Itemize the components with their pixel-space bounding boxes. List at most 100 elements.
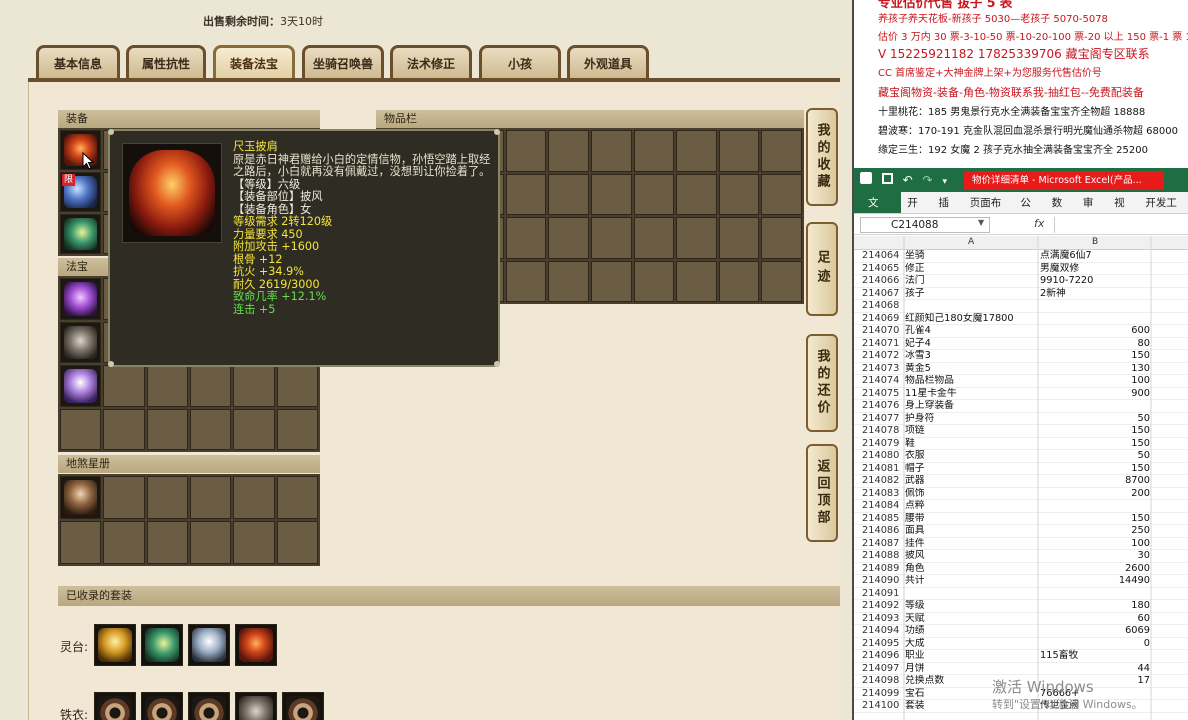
formula-input[interactable] (1054, 217, 1188, 233)
inventory-slot[interactable] (548, 260, 589, 302)
excel-app-icon[interactable] (860, 172, 872, 184)
cell-b[interactable]: 0 (1040, 638, 1150, 651)
row-number[interactable]: 214077 (862, 413, 906, 426)
side-btn-my-offers[interactable]: 我的还价 (806, 334, 838, 432)
row-number[interactable]: 214066 (862, 275, 906, 288)
lingbao-slot[interactable] (189, 476, 232, 519)
row-number[interactable]: 214081 (862, 463, 906, 476)
cell-a[interactable]: 11星卡金牛 (905, 388, 1037, 401)
inventory-slot[interactable] (718, 173, 760, 215)
cell-a[interactable]: 项链 (905, 425, 1037, 438)
sheet-row[interactable]: 214093 天赋 60 (854, 613, 1188, 626)
sheet-row[interactable]: 214076 身上穿装备 (854, 400, 1188, 413)
row-number[interactable]: 214076 (862, 400, 906, 413)
cell-b[interactable]: 150 (1040, 513, 1150, 526)
menu-review[interactable]: 审阅 (1077, 192, 1108, 231)
save-icon[interactable] (881, 173, 893, 184)
inventory-slot[interactable] (761, 130, 802, 172)
menu-developer[interactable]: 开发工具 (1139, 192, 1188, 231)
fabao-slot[interactable] (60, 365, 102, 407)
row-number[interactable]: 214069 (862, 313, 906, 326)
row-number[interactable]: 214094 (862, 625, 906, 638)
sheet-row[interactable]: 214079 鞋 150 (854, 438, 1188, 451)
inventory-slot[interactable] (761, 260, 802, 302)
suit-icon[interactable] (94, 624, 136, 666)
sheet-row[interactable]: 214072 冰雪3 150 (854, 350, 1188, 363)
cell-a[interactable]: 挂件 (905, 538, 1037, 551)
cell-b[interactable]: 9910-7220 (1040, 275, 1150, 288)
row-number[interactable]: 214079 (862, 438, 906, 451)
cell-b[interactable]: 150 (1040, 425, 1150, 438)
sheet-row[interactable]: 214081 帽子 150 (854, 463, 1188, 476)
row-number[interactable]: 214099 (862, 688, 906, 701)
row-number[interactable]: 214075 (862, 388, 906, 401)
cell-b[interactable]: 60 (1040, 613, 1150, 626)
cell-b[interactable]: 8700 (1040, 475, 1150, 488)
inventory-slot[interactable] (548, 217, 589, 259)
tab-spells[interactable]: 法术修正 (390, 45, 472, 79)
sheet-row[interactable]: 214086 面具 250 (854, 525, 1188, 538)
cell-a[interactable]: 孩子 (905, 288, 1037, 301)
sheet-row[interactable]: 214097 月饼 44 (854, 663, 1188, 676)
cell-b[interactable]: 44 (1040, 663, 1150, 676)
cell-a[interactable]: 角色 (905, 563, 1037, 576)
row-number[interactable]: 214080 (862, 450, 906, 463)
inventory-slot[interactable] (505, 130, 547, 172)
fabao-slot[interactable] (103, 365, 145, 407)
side-btn-footprints[interactable]: 足迹 (806, 222, 838, 316)
inventory-slot[interactable] (633, 260, 675, 302)
sheet-row[interactable]: 214080 衣服 50 (854, 450, 1188, 463)
sheet-row[interactable]: 214088 披风 30 (854, 550, 1188, 563)
side-btn-favorites[interactable]: 我的收藏 (806, 108, 838, 206)
row-number[interactable]: 214071 (862, 338, 906, 351)
lingbao-slot[interactable] (60, 476, 102, 519)
fabao-slot[interactable] (103, 408, 145, 450)
fx-icon[interactable]: fx (1034, 217, 1044, 230)
cell-b[interactable]: 150 (1040, 350, 1150, 363)
cell-a[interactable]: 鞋 (905, 438, 1037, 451)
inventory-slot[interactable] (676, 260, 717, 302)
cell-a[interactable]: 孔雀4 (905, 325, 1037, 338)
suit-icon[interactable] (94, 692, 136, 720)
inventory-slot[interactable] (590, 260, 632, 302)
inventory-slot[interactable] (548, 173, 589, 215)
row-number[interactable]: 214067 (862, 288, 906, 301)
inventory-slot[interactable] (718, 217, 760, 259)
inventory-slot[interactable] (505, 260, 547, 302)
cell-a[interactable]: 月饼 (905, 663, 1037, 676)
cell-a[interactable]: 红颜知己180女魔17800 (905, 313, 1037, 326)
cell-a[interactable]: 衣服 (905, 450, 1037, 463)
equip-slot-limited[interactable]: 限 (60, 172, 102, 212)
sheet-row[interactable]: 214069 红颜知己180女魔17800 (854, 313, 1188, 326)
menu-page-layout[interactable]: 页面布局 (964, 192, 1015, 231)
inventory-slot[interactable] (505, 217, 547, 259)
row-number[interactable]: 214070 (862, 325, 906, 338)
cell-a[interactable]: 等级 (905, 600, 1037, 613)
lingbao-slot[interactable] (103, 476, 145, 519)
equip-slot-cape[interactable] (60, 130, 102, 170)
row-number[interactable]: 214073 (862, 363, 906, 376)
tab-appearance[interactable]: 外观道具 (567, 45, 649, 79)
inventory-slot[interactable] (590, 130, 632, 172)
sheet-row[interactable]: 214073 黄金5 130 (854, 363, 1188, 376)
lingbao-slot[interactable] (146, 521, 188, 564)
inventory-slot[interactable] (761, 217, 802, 259)
sheet-row[interactable]: 214094 功绩 6069 (854, 625, 1188, 638)
name-box[interactable]: C214088 (860, 217, 990, 233)
sheet-row[interactable]: 214089 角色 2600 (854, 563, 1188, 576)
customize-icon[interactable]: ▾ (942, 177, 947, 187)
row-number[interactable]: 214087 (862, 538, 906, 551)
cell-a[interactable]: 腰带 (905, 513, 1037, 526)
row-number[interactable]: 214083 (862, 488, 906, 501)
cell-a[interactable]: 法门 (905, 275, 1037, 288)
tab-equipment[interactable]: 装备法宝 (213, 45, 295, 79)
row-number[interactable]: 214065 (862, 263, 906, 276)
cell-a[interactable]: 冰雪3 (905, 350, 1037, 363)
cell-b[interactable]: 200 (1040, 488, 1150, 501)
cell-b[interactable]: 150 (1040, 463, 1150, 476)
cell-b[interactable]: 100 (1040, 375, 1150, 388)
cell-a[interactable]: 职业 (905, 650, 1037, 663)
sheet-row[interactable]: 214084 点粹 (854, 500, 1188, 513)
sheet-row[interactable]: 214090 共计 14490 (854, 575, 1188, 588)
row-number[interactable]: 214097 (862, 663, 906, 676)
